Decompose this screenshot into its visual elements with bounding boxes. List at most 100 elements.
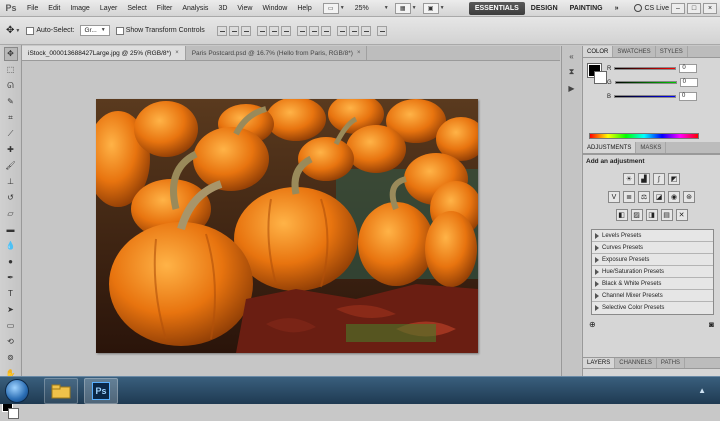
auto-align-icon[interactable] xyxy=(376,25,387,36)
screen-mode-control[interactable]: ▭ ▼ xyxy=(322,2,345,14)
menu-image[interactable]: Image xyxy=(65,0,94,17)
preset-selective-color[interactable]: Selective Color Presets xyxy=(592,302,713,314)
preset-black-white[interactable]: Black & White Presets xyxy=(592,278,713,290)
red-value[interactable]: 0 xyxy=(679,64,698,73)
distribute-bottom-icon[interactable] xyxy=(320,25,331,36)
distribute-top-icon[interactable] xyxy=(296,25,307,36)
green-slider[interactable] xyxy=(614,81,677,84)
marquee-tool-icon[interactable]: ⬚ xyxy=(4,63,18,77)
panel-background-swatch[interactable] xyxy=(594,71,607,84)
tab-layers[interactable]: LAYERS xyxy=(583,358,616,368)
actions-panel-icon[interactable]: ▶ xyxy=(566,82,578,94)
menu-layer[interactable]: Layer xyxy=(95,0,123,17)
brightness-icon[interactable]: ☀ xyxy=(623,173,635,185)
history-brush-tool-icon[interactable]: ↺ xyxy=(4,191,18,205)
gradient-map-icon[interactable]: ▤ xyxy=(660,209,673,221)
preset-levels[interactable]: Levels Presets xyxy=(592,230,713,242)
black-white-icon[interactable]: ◪ xyxy=(653,191,665,203)
exposure-icon[interactable]: ◩ xyxy=(668,173,680,185)
show-transform-checkbox[interactable] xyxy=(115,26,124,35)
type-tool-icon[interactable]: T xyxy=(4,287,18,301)
lasso-tool-icon[interactable]: ᘏ xyxy=(4,79,18,93)
hue-saturation-icon[interactable]: ≣ xyxy=(623,191,635,203)
curves-icon[interactable]: ∫ xyxy=(653,173,665,185)
menu-select[interactable]: Select xyxy=(122,0,151,17)
taskbar-explorer[interactable] xyxy=(44,378,78,404)
preset-hue-saturation[interactable]: Hue/Saturation Presets xyxy=(592,266,713,278)
clone-stamp-tool-icon[interactable]: ⊥ xyxy=(4,175,18,189)
move-tool-preset[interactable]: ✥ ▼ xyxy=(6,25,20,36)
brush-tool-icon[interactable]: 🖌 xyxy=(4,159,18,173)
blue-value[interactable]: 0 xyxy=(679,92,698,101)
vibrance-icon[interactable]: V xyxy=(608,191,620,203)
threshold-icon[interactable]: ◨ xyxy=(645,209,658,221)
minimize-button[interactable]: – xyxy=(671,2,685,14)
expand-panels-icon[interactable]: « xyxy=(566,50,578,62)
align-hcenter-icon[interactable] xyxy=(268,25,279,36)
tab-adjustments[interactable]: ADJUSTMENTS xyxy=(583,142,637,153)
auto-select-checkbox[interactable] xyxy=(26,26,35,35)
green-value[interactable]: 0 xyxy=(679,78,698,87)
color-chips[interactable] xyxy=(1,401,20,421)
align-right-icon[interactable] xyxy=(280,25,291,36)
start-button[interactable] xyxy=(5,379,29,403)
close-button[interactable]: × xyxy=(703,2,717,14)
3d-rotate-tool-icon[interactable]: ⟲ xyxy=(4,335,18,349)
levels-icon[interactable]: ▟ xyxy=(638,173,650,185)
zoom-level[interactable]: 25% xyxy=(355,5,383,12)
invert-icon[interactable]: ◧ xyxy=(615,209,628,221)
channel-mixer-icon[interactable]: ⊛ xyxy=(683,191,695,203)
workspace-design[interactable]: DESIGN xyxy=(525,2,564,15)
menu-3d[interactable]: 3D xyxy=(213,0,232,17)
menu-edit[interactable]: Edit xyxy=(43,0,65,17)
distribute-right-icon[interactable] xyxy=(360,25,371,36)
maximize-button[interactable]: □ xyxy=(687,2,701,14)
zoom-dropdown-icon[interactable]: ▼ xyxy=(384,5,389,11)
photo-filter-icon[interactable]: ◉ xyxy=(668,191,680,203)
arrange-documents-control[interactable]: ▦ ▼ xyxy=(394,2,417,14)
move-tool-icon[interactable]: ✥ xyxy=(3,47,18,61)
crop-tool-icon[interactable]: ⌗ xyxy=(4,111,18,125)
background-color-swatch[interactable] xyxy=(7,408,19,419)
doc-tab-paris-postcard[interactable]: Paris Postcard.psd @ 16.7% (Hello from P… xyxy=(186,46,368,60)
spot-heal-tool-icon[interactable]: ✚ xyxy=(4,143,18,157)
align-vcenter-icon[interactable] xyxy=(228,25,239,36)
menu-window[interactable]: Window xyxy=(257,0,292,17)
menu-filter[interactable]: Filter xyxy=(152,0,178,17)
tab-color[interactable]: COLOR xyxy=(583,46,614,57)
dodge-tool-icon[interactable]: ● xyxy=(4,255,18,269)
color-spectrum[interactable] xyxy=(589,133,699,139)
doc-tab-istock[interactable]: iStock_000013688427Large.jpg @ 25% (RGB/… xyxy=(22,46,186,60)
tab-channels[interactable]: CHANNELS xyxy=(615,358,657,368)
3d-orbit-tool-icon[interactable]: ⊚ xyxy=(4,351,18,365)
red-slider[interactable] xyxy=(614,67,677,70)
menu-help[interactable]: Help xyxy=(292,0,316,17)
distribute-left-icon[interactable] xyxy=(336,25,347,36)
preset-exposure[interactable]: Exposure Presets xyxy=(592,254,713,266)
distribute-vcenter-icon[interactable] xyxy=(308,25,319,36)
distribute-hcenter-icon[interactable] xyxy=(348,25,359,36)
blur-tool-icon[interactable]: 💧 xyxy=(4,239,18,253)
align-bottom-icon[interactable] xyxy=(240,25,251,36)
menu-analysis[interactable]: Analysis xyxy=(177,0,213,17)
close-icon[interactable]: × xyxy=(175,50,179,56)
preset-curves[interactable]: Curves Presets xyxy=(592,242,713,254)
history-panel-icon[interactable]: ⧗ xyxy=(566,66,578,78)
preset-channel-mixer[interactable]: Channel Mixer Presets xyxy=(592,290,713,302)
panel-options-icon[interactable]: ◙ xyxy=(709,320,714,329)
workspace-painting[interactable]: PAINTING xyxy=(564,2,609,15)
blue-slider[interactable] xyxy=(614,95,677,98)
posterize-icon[interactable]: ▨ xyxy=(630,209,643,221)
cs-live-button[interactable]: CS Live xyxy=(634,4,669,12)
auto-select-dropdown[interactable]: Gr... ▼ xyxy=(80,25,110,36)
tab-masks[interactable]: MASKS xyxy=(636,142,667,153)
tab-styles[interactable]: STYLES xyxy=(656,46,688,57)
pen-tool-icon[interactable]: ✒ xyxy=(4,271,18,285)
menu-view[interactable]: View xyxy=(232,0,257,17)
path-select-tool-icon[interactable]: ➤ xyxy=(4,303,18,317)
eyedropper-tool-icon[interactable]: ⟋ xyxy=(4,127,18,141)
color-balance-icon[interactable]: ⚖ xyxy=(638,191,650,203)
more-workspaces[interactable]: » xyxy=(609,2,625,15)
quick-select-tool-icon[interactable]: ✎ xyxy=(4,95,18,109)
shape-tool-icon[interactable]: ▭ xyxy=(4,319,18,333)
